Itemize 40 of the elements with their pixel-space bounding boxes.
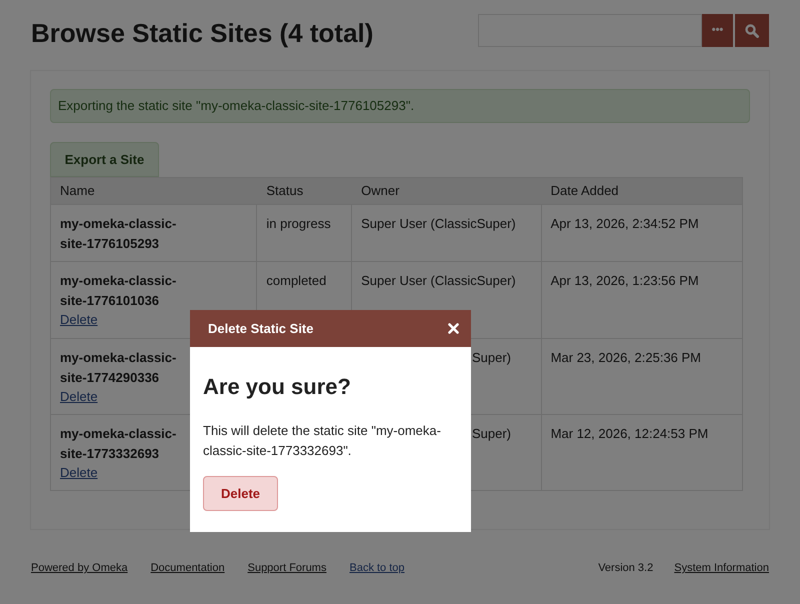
owner-text: Super) [472,426,511,441]
site-name: my-omeka-classic-site-1774290336 [60,349,178,387]
back-to-top-link[interactable]: Back to top [349,560,405,576]
dialog-title: Delete Static Site [208,320,314,338]
footer-link[interactable]: Support Forums [248,560,326,576]
date-added: Mar 12, 2026, 12:24:53 PM [550,426,708,441]
date-added: Apr 13, 2026, 2:34:52 PM [550,216,699,231]
dialog-message: This will delete the static site "my-omeka-classic-site-1773332693". [203,422,442,460]
footer-link[interactable]: Powered by Omeka [31,560,128,576]
close-button[interactable] [446,322,460,336]
owner-text: Super) [472,350,511,365]
close-icon [448,323,458,334]
search-field[interactable] [478,14,702,47]
page-title: Browse Static Sites (4 total) [31,17,374,50]
column-header: Name [59,182,96,200]
delete-link[interactable]: Delete [60,311,98,329]
owner-text: Super User (ClassicSuper) [361,273,516,288]
delete-button[interactable]: Delete [203,476,278,511]
system-information-link[interactable]: System Information [674,560,769,576]
site-name: my-omeka-classic-site-1773332693 [60,425,178,463]
status-text: completed [266,273,326,288]
status-text: in progress [266,216,331,231]
column-header: Status [265,182,304,200]
search-button[interactable] [735,14,769,47]
search-icon [745,24,759,38]
footer-link[interactable]: Documentation [150,560,225,576]
delete-link[interactable]: Delete [60,388,98,406]
advanced-search-button[interactable]: ••• [702,14,735,47]
delete-link[interactable]: Delete [60,464,98,482]
site-name: my-omeka-classic-site-1776105293 [60,215,178,253]
date-added: Mar 23, 2026, 2:25:36 PM [550,350,702,365]
column-header: Owner [360,182,400,200]
dialog-heading: Are you sure? [203,373,351,401]
owner-text: Super User (ClassicSuper) [361,216,516,231]
version-text: Version 3.2 [598,561,654,576]
flash-message: Exporting the static site "my-omeka-classic-site-1776105293". [50,89,750,123]
site-name: my-omeka-classic-site-1776101036 [60,272,178,310]
export-site-button[interactable]: Export a Site [50,142,159,177]
column-header: Date Added [550,182,620,200]
date-added: Apr 13, 2026, 1:23:56 PM [550,273,699,288]
